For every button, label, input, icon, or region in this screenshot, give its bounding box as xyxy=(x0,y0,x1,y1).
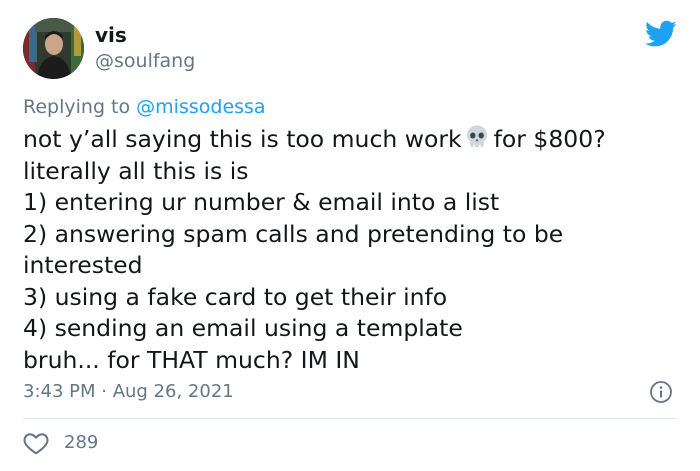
tweet-line: 4) sending an email using a template xyxy=(23,314,463,342)
tweet-line: 2) answering spam calls and pretending t… xyxy=(23,219,564,248)
display-name[interactable]: vis xyxy=(95,23,127,47)
tweet-text: not y’all saying this is too much work f… xyxy=(23,124,683,376)
tweet-line: 1) entering ur number & email into a lis… xyxy=(23,188,500,216)
like-count: 289 xyxy=(64,432,99,453)
twitter-bird-icon[interactable] xyxy=(645,20,677,48)
tweet-line: interested xyxy=(23,251,143,279)
replying-to-label: Replying to xyxy=(23,96,131,118)
tweet-line-text: not y’all saying this is too much work xyxy=(23,125,462,153)
like-button[interactable]: 289 xyxy=(23,430,98,456)
info-icon[interactable] xyxy=(649,380,673,404)
tweet-line: literally all this is is xyxy=(23,156,249,185)
avatar[interactable] xyxy=(23,18,84,79)
tweet-line-text: for $800? xyxy=(493,125,606,153)
reply-mention-link[interactable]: @missodessa xyxy=(136,96,265,118)
tweet-line: not y’all saying this is too much work f… xyxy=(23,124,683,156)
replying-to: Replying to @missodessa xyxy=(23,96,266,118)
user-handle[interactable]: @soulfang xyxy=(95,50,195,72)
tweet-line: bruh... for THAT much? IM IN xyxy=(23,345,360,374)
skull-emoji-icon xyxy=(466,125,487,148)
heart-icon[interactable] xyxy=(23,431,49,455)
tweet-timestamp-link[interactable]: 3:43 PM · Aug 26, 2021 xyxy=(23,381,234,403)
divider xyxy=(23,418,677,419)
tweet-card: vis @soulfang Replying to @missodessa no… xyxy=(0,0,700,471)
tweet-line: 3) using a fake card to get their info xyxy=(23,282,448,311)
